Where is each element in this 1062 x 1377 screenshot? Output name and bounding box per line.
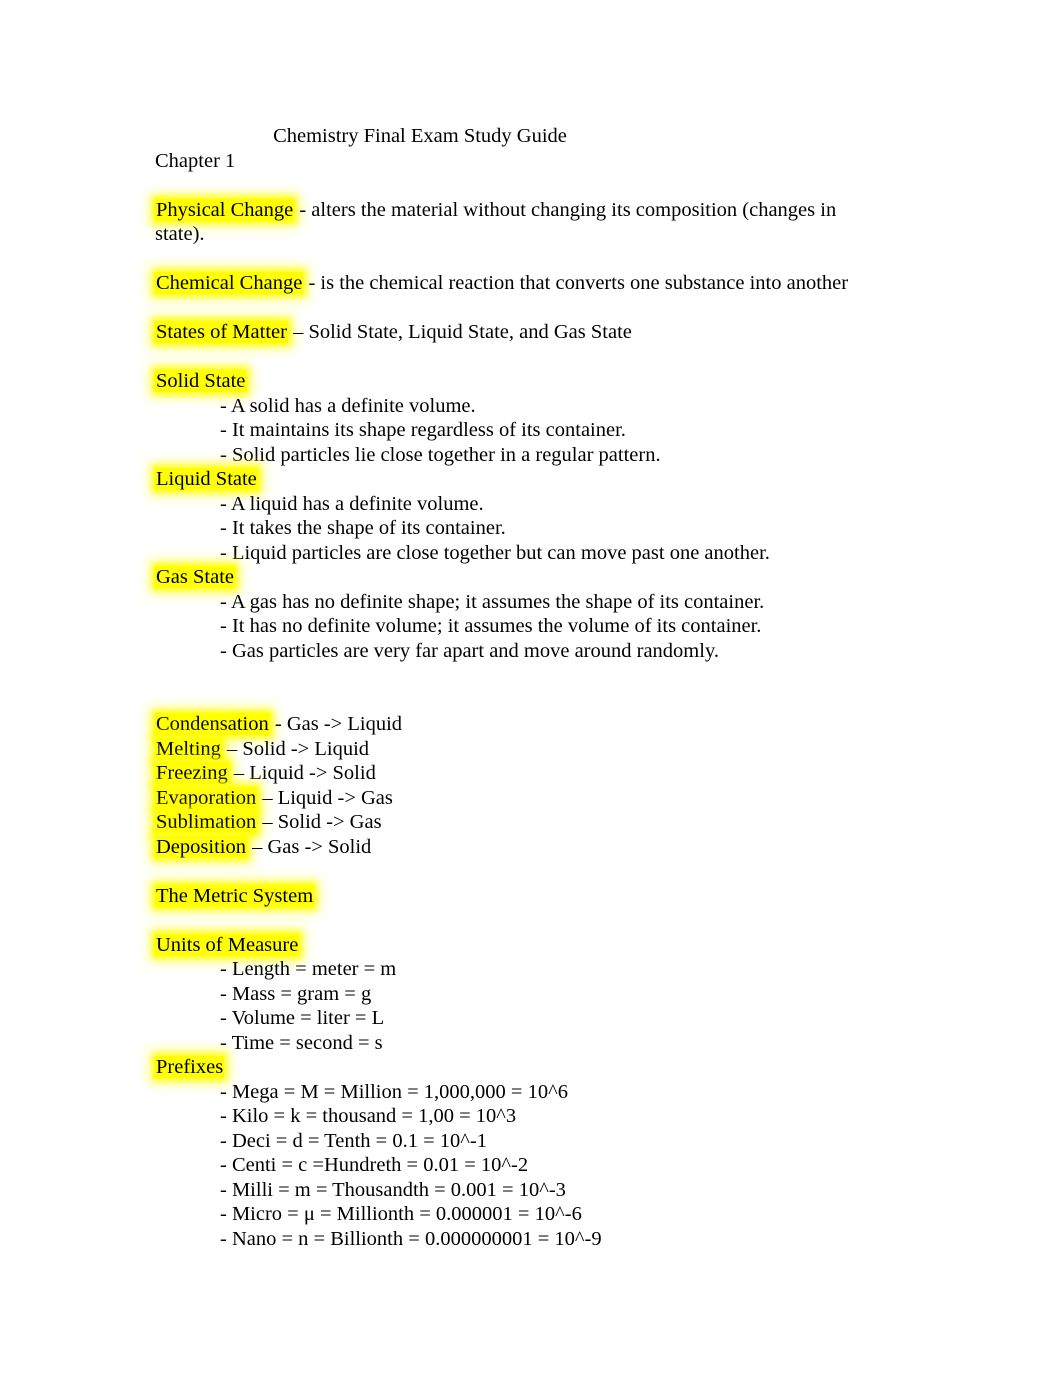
heading-units-of-measure: Units of Measure	[155, 933, 855, 958]
list-item: - Time = second = s	[220, 1031, 383, 1054]
heading-solid-state: Solid State	[155, 369, 855, 394]
page-title: Chemistry Final Exam Study Guide	[273, 125, 567, 147]
heading-units-of-measure-label: Units of Measure	[155, 933, 300, 956]
list-item: - Mega = M = Million = 1,000,000 = 10^6	[220, 1080, 568, 1103]
list-item: - Mass = gram = g	[220, 982, 372, 1005]
phase-change-body: – Gas -> Solid	[246, 835, 372, 858]
term-freezing: Freezing	[155, 762, 229, 784]
list-item: - Volume = liter = L	[220, 1007, 385, 1029]
phase-change-body: – Liquid -> Solid	[228, 762, 376, 784]
phase-change-row: Evaporation – Liquid -> Gas	[155, 786, 855, 811]
term-chemical-change: Chemical Change	[155, 272, 304, 294]
list-item: - Deci = d = Tenth = 0.1 = 10^-1	[220, 1129, 487, 1152]
heading-solid-state-label: Solid State	[155, 370, 247, 392]
definition-chemical-change-body: - is the chemical reaction that converts…	[303, 272, 849, 294]
term-physical-change: Physical Change	[155, 198, 295, 221]
phase-change-body: - Gas -> Liquid	[269, 713, 403, 735]
phase-change-row: Condensation - Gas -> Liquid	[155, 712, 855, 737]
heading-liquid-state: Liquid State	[155, 467, 855, 492]
list-item: - Kilo = k = thousand = 1,00 = 10^3	[220, 1105, 517, 1127]
phase-change-row: Sublimation – Solid -> Gas	[155, 810, 855, 835]
list-item: - A gas has no definite shape; it assume…	[220, 590, 765, 613]
phase-change-body: – Solid -> Gas	[257, 811, 382, 833]
list-item: - A solid has a definite volume.	[220, 394, 476, 417]
list-item: - It takes the shape of its container.	[220, 517, 506, 539]
term-states-of-matter: States of Matter	[155, 321, 288, 343]
term-sublimation: Sublimation	[155, 811, 258, 833]
list-item: - Milli = m = Thousandth = 0.001 = 10^-3	[220, 1178, 566, 1201]
heading-metric-system: The Metric System	[155, 884, 855, 909]
term-deposition: Deposition	[155, 835, 247, 858]
term-condensation: Condensation	[155, 713, 270, 735]
list-item: - Length = meter = m	[220, 958, 397, 980]
heading-gas-state: Gas State	[155, 565, 855, 590]
phase-change-row: Melting – Solid -> Liquid	[155, 737, 855, 762]
definition-states-of-matter-body: – Solid State, Liquid State, and Gas Sta…	[287, 321, 632, 343]
heading-liquid-state-label: Liquid State	[155, 468, 258, 490]
list-item: - Gas particles are very far apart and m…	[220, 639, 719, 662]
list-item: - Nano = n = Billionth = 0.000000001 = 1…	[220, 1227, 602, 1250]
definition-chemical-change: Chemical Change - is the chemical reacti…	[155, 271, 855, 296]
definition-physical-change: Physical Change - alters the material wi…	[155, 198, 855, 247]
document-page: Chemistry Final Exam Study Guide Chapter…	[0, 0, 1062, 1377]
term-melting: Melting	[155, 737, 222, 760]
chapter-heading: Chapter 1	[155, 149, 236, 172]
phase-change-row: Deposition – Gas -> Solid	[155, 835, 855, 860]
phase-change-body: – Solid -> Liquid	[221, 737, 370, 760]
heading-metric-system-label: The Metric System	[155, 884, 315, 907]
heading-prefixes: Prefixes	[155, 1055, 855, 1080]
list-item: - A liquid has a definite volume.	[220, 492, 484, 515]
term-evaporation: Evaporation	[155, 786, 258, 809]
phase-change-body: – Liquid -> Gas	[257, 786, 393, 809]
list-item: - Solid particles lie close together in …	[220, 443, 661, 466]
document-body: Chemistry Final Exam Study Guide Chapter…	[155, 124, 855, 1251]
list-item: - It maintains its shape regardless of i…	[220, 419, 626, 441]
heading-gas-state-label: Gas State	[155, 566, 235, 588]
list-item: - Micro = μ = Millionth = 0.000001 = 10^…	[220, 1203, 582, 1225]
phase-change-row: Freezing – Liquid -> Solid	[155, 761, 855, 786]
list-item: - It has no definite volume; it assumes …	[220, 615, 762, 637]
list-item: - Centi = c =Hundreth = 0.01 = 10^-2	[220, 1154, 529, 1176]
definition-states-of-matter: States of Matter – Solid State, Liquid S…	[155, 320, 855, 345]
heading-prefixes-label: Prefixes	[155, 1056, 225, 1078]
list-item: - Liquid particles are close together bu…	[220, 541, 770, 564]
